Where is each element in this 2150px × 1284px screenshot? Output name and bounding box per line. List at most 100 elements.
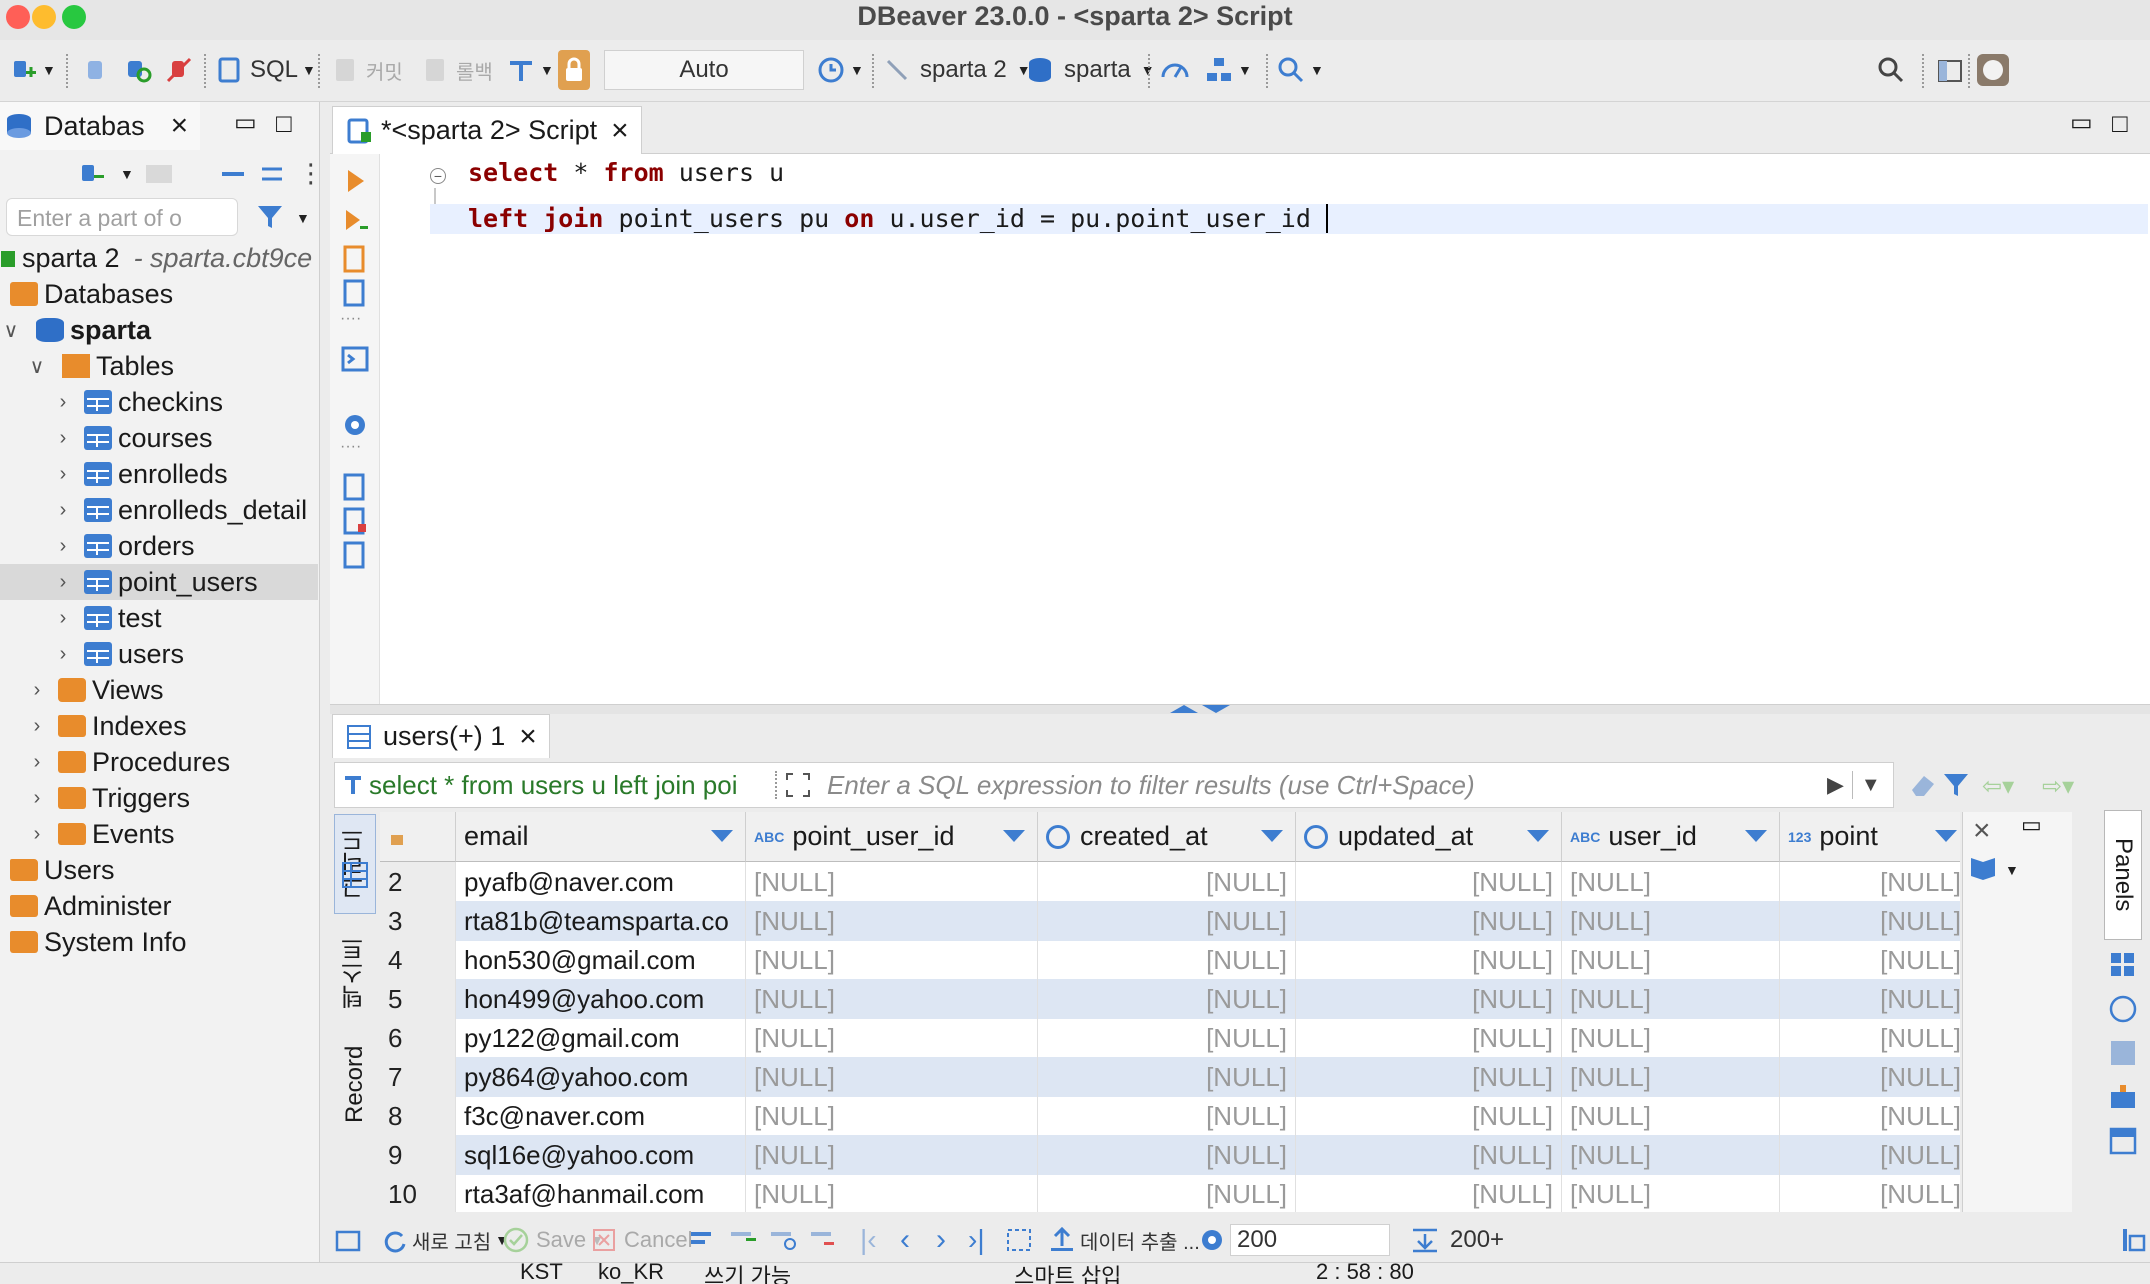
execute-new-tab-icon[interactable] [340,206,370,236]
active-schema-selector[interactable]: sparta ▼ [1026,50,1155,90]
grouping-icon[interactable] [2108,1082,2138,1112]
sort-arrow-icon[interactable] [1935,830,1957,842]
null-cell[interactable]: [NULL] [1296,940,1562,980]
search-tool-button[interactable]: ▼ [1276,50,1324,90]
filter-history-icon[interactable]: ▼ [1861,774,1881,797]
null-cell[interactable]: [NULL] [1780,1135,1960,1175]
table-row[interactable]: 7 py864@yahoo.com [NULL] [NULL] [NULL] [NULL]… [380,1057,1960,1097]
table-row[interactable]: 9 sql16e@yahoo.com [NULL] [NULL] [NULL] [NULL… [380,1135,1960,1175]
folder-node[interactable]: › Events [0,816,318,852]
null-cell[interactable]: [NULL] [1296,862,1562,902]
null-cell[interactable]: [NULL] [1038,1018,1296,1058]
filter-icon[interactable] [256,202,292,232]
toggle-panel-icon[interactable] [334,1224,362,1256]
fold-icon[interactable]: − [430,168,446,184]
connect-button[interactable] [80,50,110,90]
panels-toggle[interactable]: Panels [2104,810,2142,940]
rollback-button[interactable]: 롤백 [420,50,493,90]
table-node[interactable]: › enrolleds [0,456,318,492]
null-cell[interactable]: [NULL] [1780,979,1960,1019]
null-cell[interactable]: [NULL] [1038,901,1296,941]
script-tab[interactable]: *<sparta 2> Script × [332,106,642,154]
sql-editor[interactable]: ···· ···· − select * from users u left j… [330,154,2150,704]
user-avatar[interactable] [1976,50,2010,90]
next-page-icon[interactable]: › [936,1223,946,1256]
new-connection-button[interactable]: ▼ [8,50,56,90]
null-cell[interactable]: [NULL] [1562,901,1780,941]
null-cell[interactable]: [NULL] [746,1135,1038,1175]
null-cell[interactable]: [NULL] [1780,1096,1960,1136]
close-tab-icon[interactable]: × [611,114,629,148]
transaction-mode-selector[interactable]: Auto [604,50,804,90]
table-row[interactable]: 8 f3c@naver.com [NULL] [NULL] [NULL] [NULL] [N… [380,1096,1960,1136]
copy-row-icon[interactable] [768,1224,798,1256]
null-cell[interactable]: [NULL] [1296,1174,1562,1212]
more-icon[interactable]: ···· [340,310,361,328]
table-node[interactable]: › point_users [0,564,318,600]
gear-icon[interactable] [340,410,370,440]
null-cell[interactable]: [NULL] [1562,1018,1780,1058]
dashboard-button[interactable] [1160,50,1190,90]
editor-results-splitter[interactable] [330,704,2150,714]
null-cell[interactable]: [NULL] [1296,1096,1562,1136]
folder-node[interactable]: › Views [0,672,318,708]
column-header[interactable]: updated_at [1296,812,1562,862]
new-connection-icon[interactable] [76,159,106,189]
null-cell[interactable]: [NULL] [746,979,1038,1019]
close-tab-icon[interactable]: × [519,720,537,754]
expand-icon[interactable] [783,770,813,800]
null-cell[interactable]: [NULL] [746,940,1038,980]
null-cell[interactable]: [NULL] [1296,1135,1562,1175]
chevron-down-icon[interactable]: ∨ [26,354,48,379]
sort-arrow-icon[interactable] [1745,830,1767,842]
email-cell[interactable]: pyafb@naver.com [456,862,746,902]
null-cell[interactable]: [NULL] [1562,1096,1780,1136]
results-tab[interactable]: users(+) 1 × [332,714,550,758]
execute-statement-icon[interactable] [340,166,370,196]
panel-layout-icon[interactable] [2120,1224,2148,1256]
table-row[interactable]: 3 rta81b@teamsparta.co [NULL] [NULL] [NULL][… [380,901,1960,941]
references-icon[interactable] [2108,1126,2138,1156]
maximize-view-icon[interactable]: □ [276,108,292,139]
tables-node[interactable]: ∨ Tables [0,348,318,384]
value-panel-icon[interactable] [2108,950,2138,980]
navigator-filter-input[interactable]: Enter a part of o [6,198,238,236]
table-node[interactable]: › orders [0,528,318,564]
null-cell[interactable]: [NULL] [1296,1018,1562,1058]
back-arrow-icon[interactable]: ⇦▾ [1982,772,2014,801]
null-cell[interactable]: [NULL] [746,1057,1038,1097]
transaction-mode-menu[interactable]: ▼ [506,50,554,90]
global-search-button[interactable] [1876,50,1906,90]
null-cell[interactable]: [NULL] [1780,901,1960,941]
query-preview[interactable]: select * from users u left join poi [369,770,769,801]
null-cell[interactable]: [NULL] [1562,1174,1780,1212]
chevron-right-icon[interactable]: › [52,463,74,486]
null-cell[interactable]: [NULL] [1780,940,1960,980]
first-page-icon[interactable]: |‹ [860,1224,877,1256]
table-row[interactable]: 5 hon499@yahoo.com [NULL] [NULL] [NULL] [NULL… [380,979,1960,1019]
column-header[interactable]: ABC point_user_id [746,812,1038,862]
forward-arrow-icon[interactable]: ⇨▾ [2042,772,2074,801]
table-node[interactable]: › users [0,636,318,672]
table-node[interactable]: › checkins [0,384,318,420]
fetch-all-icon[interactable] [1004,1224,1034,1256]
sort-arrow-icon[interactable] [1527,830,1549,842]
chevron-right-icon[interactable]: › [52,643,74,666]
chevron-right-icon[interactable]: › [52,571,74,594]
null-cell[interactable]: [NULL] [746,862,1038,902]
null-cell[interactable]: [NULL] [1780,1057,1960,1097]
navigator-tab[interactable]: Databas × [0,102,200,150]
filter-icon[interactable] [1942,770,1972,800]
null-cell[interactable]: [NULL] [1562,1135,1780,1175]
table-node[interactable]: › enrolleds_detail [0,492,318,528]
save-button[interactable]: Save ▼ [502,1224,604,1256]
edit-row-icon[interactable] [688,1224,718,1256]
chevron-right-icon[interactable]: › [52,535,74,558]
root-node[interactable]: Users [0,852,318,888]
null-cell[interactable]: [NULL] [1038,940,1296,980]
null-cell[interactable]: [NULL] [1780,862,1960,902]
fetch-size-input[interactable]: 200 [1230,1224,1390,1256]
eraser-icon[interactable] [1908,770,1938,800]
sort-arrow-icon[interactable] [1003,830,1025,842]
chevron-right-icon[interactable]: › [26,679,48,702]
